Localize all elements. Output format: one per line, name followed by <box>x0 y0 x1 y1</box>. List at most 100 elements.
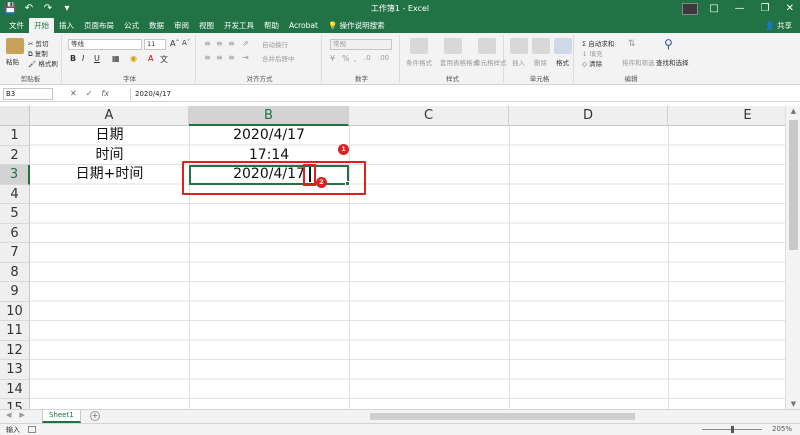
fill-color-icon[interactable]: ◉ <box>130 54 137 63</box>
column-header-c[interactable]: C <box>349 106 509 126</box>
cell-b1[interactable]: 2020/4/17 <box>189 126 349 146</box>
cut-button[interactable]: ✂ 剪切 <box>28 38 49 48</box>
increase-decimal-icon[interactable]: .0 <box>364 54 371 62</box>
row-header-2[interactable]: 2 <box>0 145 30 165</box>
tab-help[interactable]: 帮助 <box>259 18 284 33</box>
indent-icon[interactable]: ⇥ <box>242 53 249 62</box>
tell-me-search[interactable]: 💡 操作说明搜索 <box>323 18 390 33</box>
scroll-thumb[interactable] <box>789 120 798 250</box>
row-header-3[interactable]: 3 <box>0 165 30 185</box>
conditional-format-button[interactable]: 条件格式 <box>406 57 432 67</box>
fill-button[interactable]: ↓ 填充 <box>582 48 603 58</box>
row-header-6[interactable]: 6 <box>0 223 30 243</box>
prev-sheet-icon[interactable]: ◀ <box>6 411 11 419</box>
share-button[interactable]: 👤 共享 <box>765 18 792 33</box>
row-header-8[interactable]: 8 <box>0 262 30 282</box>
insert-cells-button[interactable]: 插入 <box>512 57 525 67</box>
tab-insert[interactable]: 插入 <box>54 18 79 33</box>
underline-icon[interactable]: U <box>94 54 100 63</box>
phonetic-icon[interactable]: 文 <box>160 54 168 65</box>
row-header-7[interactable]: 7 <box>0 243 30 263</box>
font-name-dropdown[interactable]: 等线 <box>68 39 142 50</box>
cancel-entry-icon[interactable]: ✕ <box>70 88 77 100</box>
find-select-button[interactable]: 查找和选择 <box>656 57 689 67</box>
format-cells-icon[interactable] <box>554 38 572 54</box>
percent-icon[interactable]: % <box>342 54 350 63</box>
shrink-font-icon[interactable]: Aˇ <box>182 39 190 47</box>
row-header-14[interactable]: 14 <box>0 379 30 399</box>
sort-filter-icon[interactable]: ⇅ <box>628 39 636 49</box>
confirm-entry-icon[interactable]: ✓ <box>86 88 93 100</box>
row-header-11[interactable]: 11 <box>0 321 30 341</box>
find-select-icon[interactable]: ⚲ <box>664 37 673 51</box>
column-header-a[interactable]: A <box>30 106 189 126</box>
sheet-tab-sheet1[interactable]: Sheet1 <box>42 410 81 423</box>
row-header-1[interactable]: 1 <box>0 126 30 146</box>
grow-font-icon[interactable]: Aˆ <box>170 39 179 48</box>
orientation-icon[interactable]: ⇗ <box>242 39 249 48</box>
font-color-icon[interactable]: A <box>148 54 153 63</box>
vertical-scrollbar[interactable]: ▲ ▼ <box>785 106 800 409</box>
cell-a2[interactable]: 时间 <box>30 146 189 166</box>
tab-page-layout[interactable]: 页面布局 <box>79 18 119 33</box>
bottom-align-icon[interactable]: ≡ <box>228 39 235 48</box>
format-as-table-icon[interactable] <box>444 38 462 54</box>
bold-icon[interactable]: B <box>70 54 76 63</box>
next-sheet-icon[interactable]: ▶ <box>19 411 24 419</box>
autosum-button[interactable]: Σ 自动求和 <box>582 38 614 48</box>
italic-icon[interactable]: I <box>82 54 84 63</box>
format-painter-button[interactable]: 🖌 格式刷 <box>28 58 58 68</box>
border-icon[interactable]: ▦ <box>112 54 120 63</box>
format-cells-button[interactable]: 格式 <box>556 57 569 67</box>
row-header-12[interactable]: 12 <box>0 340 30 360</box>
name-box[interactable]: B3 <box>3 88 53 100</box>
tab-formulas[interactable]: 公式 <box>119 18 144 33</box>
zoom-level[interactable]: 205% <box>772 425 792 433</box>
cell-a1[interactable]: 日期 <box>30 126 189 146</box>
row-header-15[interactable]: 15 <box>0 399 30 409</box>
delete-cells-icon[interactable] <box>532 38 550 54</box>
delete-cells-button[interactable]: 删除 <box>534 57 547 67</box>
worksheet-grid[interactable]: A B C D E 1 2 3 4 5 6 7 8 9 10 11 12 13 … <box>0 106 785 409</box>
sort-filter-button[interactable]: 排序和筛选 <box>622 57 655 67</box>
account-avatar[interactable] <box>682 3 698 15</box>
row-header-9[interactable]: 9 <box>0 282 30 302</box>
scroll-down-icon[interactable]: ▼ <box>786 400 800 408</box>
close-icon[interactable]: ✕ <box>786 1 794 16</box>
top-align-icon[interactable]: ≡ <box>204 39 211 48</box>
tab-home[interactable]: 开始 <box>29 18 54 33</box>
select-all-corner[interactable] <box>0 106 30 126</box>
font-size-dropdown[interactable]: 11 <box>144 39 166 50</box>
tab-file[interactable]: 文件 <box>4 18 29 33</box>
conditional-format-icon[interactable] <box>410 38 428 54</box>
macro-record-icon[interactable] <box>28 426 36 433</box>
paste-icon[interactable] <box>6 38 24 54</box>
cell-styles-button[interactable]: 单元格样式 <box>474 57 507 67</box>
horizontal-scrollbar[interactable] <box>370 413 635 420</box>
column-header-d[interactable]: D <box>509 106 668 126</box>
ribbon-display-icon[interactable]: □ <box>709 1 718 16</box>
cell-a3[interactable]: 日期+时间 <box>30 165 189 185</box>
column-header-b[interactable]: B <box>189 106 349 126</box>
center-align-icon[interactable]: ≡ <box>216 53 223 62</box>
tab-developer[interactable]: 开发工具 <box>219 18 259 33</box>
column-header-e[interactable]: E <box>668 106 785 126</box>
minimize-icon[interactable]: — <box>735 1 745 16</box>
row-header-13[interactable]: 13 <box>0 360 30 380</box>
clear-button[interactable]: ◇ 清除 <box>582 58 602 68</box>
cell-styles-icon[interactable] <box>478 38 496 54</box>
wrap-text-button[interactable]: 自动换行 <box>262 39 288 49</box>
maximize-icon[interactable]: ❐ <box>761 1 770 16</box>
tab-data[interactable]: 数据 <box>144 18 169 33</box>
add-sheet-icon[interactable]: + <box>90 411 100 421</box>
tab-review[interactable]: 审阅 <box>169 18 194 33</box>
row-header-5[interactable]: 5 <box>0 204 30 224</box>
comma-icon[interactable]: , <box>354 54 357 63</box>
insert-function-icon[interactable]: fx <box>101 88 109 100</box>
decrease-decimal-icon[interactable]: .00 <box>378 54 389 62</box>
tab-acrobat[interactable]: Acrobat <box>284 18 323 33</box>
paste-button[interactable]: 粘贴 <box>6 56 19 66</box>
number-format-dropdown[interactable]: 常规 <box>330 39 392 50</box>
zoom-slider-knob[interactable] <box>731 426 734 433</box>
right-align-icon[interactable]: ≡ <box>228 53 235 62</box>
